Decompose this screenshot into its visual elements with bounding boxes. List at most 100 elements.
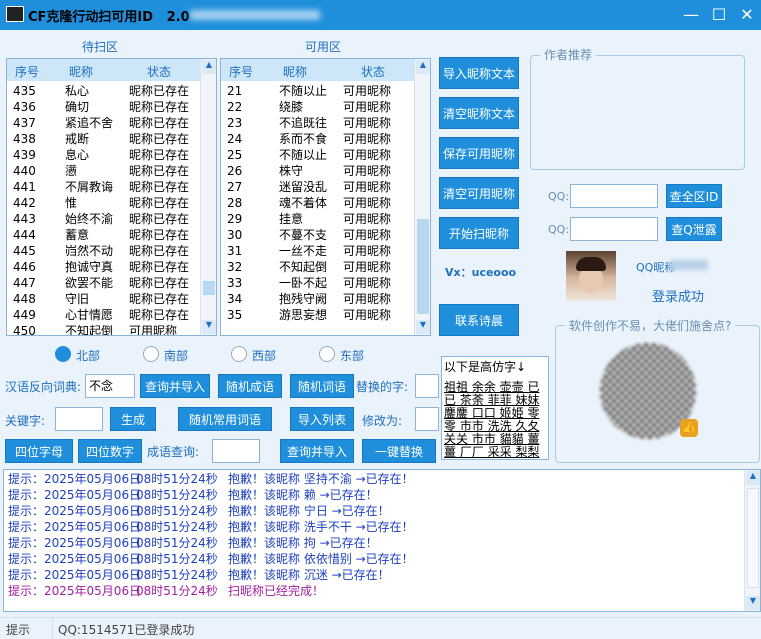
replace-char-input[interactable] <box>415 374 439 398</box>
table-row[interactable]: 444 蓄意 昵称已存在 <box>7 227 200 243</box>
row-nickname: 挂意 <box>279 212 304 226</box>
scroll-down-icon[interactable]: ▼ <box>746 596 760 610</box>
table-row[interactable]: 24 系而不食 可用昵称 <box>221 131 414 147</box>
query-import-button-2[interactable]: 查询并导入 <box>280 439 354 463</box>
table-row[interactable]: 27 迷留没乱 可用昵称 <box>221 179 414 195</box>
waitlist-scrollbar[interactable]: ▲ ▼ <box>200 59 216 335</box>
scroll-thumb[interactable] <box>747 488 759 588</box>
table-row[interactable]: 31 一丝不走 可用昵称 <box>221 243 414 259</box>
row-index: 30 <box>227 228 243 242</box>
table-row[interactable]: 446 抱诚守真 昵称已存在 <box>7 259 200 275</box>
row-nickname: 惟 <box>65 196 78 210</box>
table-row[interactable]: 447 欲罢不能 昵称已存在 <box>7 275 200 291</box>
import-list-button[interactable]: 导入列表 <box>290 407 354 431</box>
row-status: 昵称已存在 <box>129 132 190 146</box>
qq-input-1[interactable] <box>570 184 658 208</box>
log-prefix: 提示： <box>8 488 45 502</box>
row-status: 可用昵称 <box>343 84 392 98</box>
log-time: 08时51分24秒 <box>136 536 218 550</box>
status-left: 提示 <box>6 623 31 637</box>
table-row[interactable]: 28 魂不着体 可用昵称 <box>221 195 414 211</box>
minimize-icon[interactable]: — <box>676 0 706 30</box>
log-area[interactable]: 提示： 2025年05月06日 08时51分24秒 抱歉！该昵称 坚持不渝 →已存在！… <box>3 469 761 612</box>
table-row[interactable]: 443 始终不渝 昵称已存在 <box>7 211 200 227</box>
row-status: 昵称已存在 <box>129 260 190 274</box>
start-scan-button[interactable]: 开始扫昵称 <box>439 217 519 249</box>
table-row[interactable]: 441 不屑教诲 昵称已存在 <box>7 179 200 195</box>
query-import-button[interactable]: 查询并导入 <box>140 374 210 398</box>
table-row[interactable]: 25 不随以止 可用昵称 <box>221 147 414 163</box>
waitlist-rows: 435 私心 昵称已存在 436 确切 昵称已存在 437 紧追不舍 昵称已存在 438 戒断 昵称已… <box>7 83 200 335</box>
waitlist-table[interactable]: 序号 昵称 状态 435 私心 昵称已存在 436 确切 昵称已存在 437 紧追不舍 昵称已存… <box>6 58 217 336</box>
import-nick-button[interactable]: 导入昵称文本 <box>439 57 519 89</box>
status-right: QQ:1514571已登录成功 <box>58 623 195 637</box>
table-row[interactable]: 30 不蔓不支 可用昵称 <box>221 227 414 243</box>
maximize-icon[interactable]: ☐ <box>704 0 734 30</box>
replace-char-label: 替换的字: <box>356 380 409 394</box>
row-status: 昵称已存在 <box>129 308 190 322</box>
log-prefix: 提示： <box>8 472 45 486</box>
availlist-table[interactable]: 序号 昵称 状态 21 不随以止 可用昵称 22 绕膝 可用昵称 23 不追既往 可用昵称 24 系… <box>220 58 431 336</box>
qq-input-2[interactable] <box>570 217 658 241</box>
table-row[interactable]: 435 私心 昵称已存在 <box>7 83 200 99</box>
check-id-button[interactable]: 查全区ID <box>666 184 722 208</box>
table-row[interactable]: 445 岿然不动 昵称已存在 <box>7 243 200 259</box>
four-digits-button[interactable]: 四位数字 <box>78 439 142 463</box>
generate-button[interactable]: 生成 <box>110 407 156 431</box>
scroll-down-icon[interactable]: ▼ <box>416 320 430 334</box>
close-icon[interactable]: ✕ <box>732 0 761 30</box>
row-index: 26 <box>227 164 243 178</box>
random-common-button[interactable]: 随机常用词语 <box>178 407 272 431</box>
modify-input[interactable] <box>415 407 439 431</box>
four-letters-button[interactable]: 四位字母 <box>5 439 73 463</box>
log-date: 2025年05月06日 <box>44 552 142 566</box>
scroll-up-icon[interactable]: ▲ <box>416 60 430 74</box>
table-row[interactable]: 29 挂意 可用昵称 <box>221 211 414 227</box>
check-leak-button[interactable]: 查Q泄露 <box>666 217 722 241</box>
scroll-thumb[interactable] <box>417 219 429 314</box>
radio-south[interactable] <box>143 346 159 362</box>
row-index: 435 <box>13 84 36 98</box>
one-key-replace-button[interactable]: 一键替换 <box>362 439 436 463</box>
random-word-button[interactable]: 随机词语 <box>290 374 354 398</box>
clear-avail-button[interactable]: 清空可用昵称 <box>439 177 519 209</box>
radio-west[interactable] <box>231 346 247 362</box>
table-row[interactable]: 436 确切 昵称已存在 <box>7 99 200 115</box>
scroll-thumb[interactable] <box>203 281 215 295</box>
table-row[interactable]: 439 息心 昵称已存在 <box>7 147 200 163</box>
availlist-scrollbar[interactable]: ▲ ▼ <box>414 59 430 335</box>
table-row[interactable]: 448 守旧 昵称已存在 <box>7 291 200 307</box>
random-idiom-button[interactable]: 随机成语 <box>218 374 282 398</box>
table-row[interactable]: 437 紧追不舍 昵称已存在 <box>7 115 200 131</box>
row-nickname: 迷留没乱 <box>279 180 328 194</box>
keyword-input[interactable] <box>55 407 103 431</box>
radio-east[interactable] <box>319 346 335 362</box>
radio-north[interactable] <box>55 346 71 362</box>
contact-button[interactable]: 联系诗晨 <box>439 304 519 336</box>
table-row[interactable]: 438 戒断 昵称已存在 <box>7 131 200 147</box>
table-row[interactable]: 26 株守 可用昵称 <box>221 163 414 179</box>
clear-nick-button[interactable]: 清空昵称文本 <box>439 97 519 129</box>
row-status: 可用昵称 <box>343 116 392 130</box>
table-row[interactable]: 22 绕膝 可用昵称 <box>221 99 414 115</box>
log-scrollbar[interactable]: ▲ ▼ <box>744 470 760 611</box>
log-time: 08时51分24秒 <box>136 552 218 566</box>
reverse-dict-input[interactable]: 不念 <box>85 374 135 398</box>
table-row[interactable]: 449 心甘情愿 昵称已存在 <box>7 307 200 323</box>
table-row[interactable]: 440 懑 昵称已存在 <box>7 163 200 179</box>
table-row[interactable]: 35 游思妄想 可用昵称 <box>221 307 414 323</box>
log-message: 抱歉！该昵称 拘 →已存在！ <box>228 536 378 550</box>
table-row[interactable]: 32 不知起倒 可用昵称 <box>221 259 414 275</box>
scroll-down-icon[interactable]: ▼ <box>202 320 216 334</box>
table-row[interactable]: 450 不知起倒 可用昵称 <box>7 323 200 335</box>
scroll-up-icon[interactable]: ▲ <box>746 471 760 485</box>
table-row[interactable]: 442 惟 昵称已存在 <box>7 195 200 211</box>
scroll-up-icon[interactable]: ▲ <box>202 60 216 74</box>
table-row[interactable]: 21 不随以止 可用昵称 <box>221 83 414 99</box>
table-row[interactable]: 23 不追既往 可用昵称 <box>221 115 414 131</box>
homoglyph-box[interactable]: 以下是高仿字↓ 祖祖 余余 壶壸 已已 茶荼 菲菲 妹妺 鏖鏖 口口 姬姫 零零 … <box>441 356 549 460</box>
table-row[interactable]: 34 抱残守阙 可用昵称 <box>221 291 414 307</box>
save-avail-button[interactable]: 保存可用昵称 <box>439 137 519 169</box>
table-row[interactable]: 33 一卧不起 可用昵称 <box>221 275 414 291</box>
idiom-query-input[interactable] <box>212 439 260 463</box>
